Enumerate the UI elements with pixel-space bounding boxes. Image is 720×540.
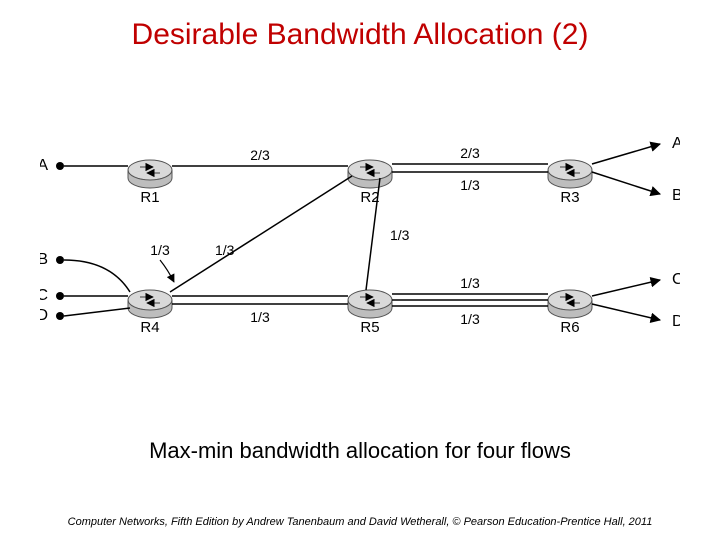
label-r1: R1: [140, 189, 159, 206]
link-r4-r2: [170, 176, 352, 292]
slide: Desirable Bandwidth Allocation (2): [0, 0, 720, 540]
slide-caption: Max-min bandwidth allocation for four fl…: [0, 438, 720, 464]
label-r6: R6: [560, 319, 579, 336]
link-r3-b: [592, 172, 660, 194]
label-c-left: C: [40, 287, 48, 304]
bw-r4r5: 1/3: [250, 309, 270, 325]
bw-r1r2: 2/3: [250, 147, 270, 163]
label-a-right: A: [672, 135, 680, 152]
label-r4: R4: [140, 319, 159, 336]
label-d-left: D: [40, 307, 48, 324]
endpoint-b-left: [56, 256, 64, 264]
link-r6-d: [592, 304, 660, 320]
router-r6: [548, 290, 592, 318]
label-r5: R5: [360, 319, 379, 336]
network-diagram: R1 R2 R3 R4 R5 R6 A B 1/3 C D 2: [40, 120, 680, 380]
bw-r2r3-bottom: 1/3: [460, 177, 480, 193]
label-c-right: C: [672, 271, 680, 288]
slide-title: Desirable Bandwidth Allocation (2): [0, 18, 720, 52]
slide-footer: Computer Networks, Fifth Edition by Andr…: [0, 516, 720, 528]
endpoint-c-left: [56, 292, 64, 300]
label-b-left: B: [40, 251, 48, 268]
endpoint-a-left: [56, 162, 64, 170]
router-r2: [348, 160, 392, 188]
label-d-right: D: [672, 313, 680, 330]
bw-r2r3-top: 2/3: [460, 145, 480, 161]
link-r3-a: [592, 144, 660, 164]
router-r5: [348, 290, 392, 318]
router-r3: [548, 160, 592, 188]
label-b-right: B: [672, 187, 680, 204]
link-r6-c: [592, 280, 660, 296]
bw-b-r4: 1/3: [150, 242, 170, 258]
bw-r5r6-bottom: 1/3: [460, 311, 480, 327]
router-r1: [128, 160, 172, 188]
router-r4: [128, 290, 172, 318]
endpoint-d-left: [56, 312, 64, 320]
bw-r5r6-top: 1/3: [460, 275, 480, 291]
bw-r2-r5: 1/3: [390, 227, 410, 243]
bw-r4-r2: 1/3: [215, 242, 235, 258]
label-a-left: A: [40, 157, 48, 174]
label-r3: R3: [560, 189, 579, 206]
